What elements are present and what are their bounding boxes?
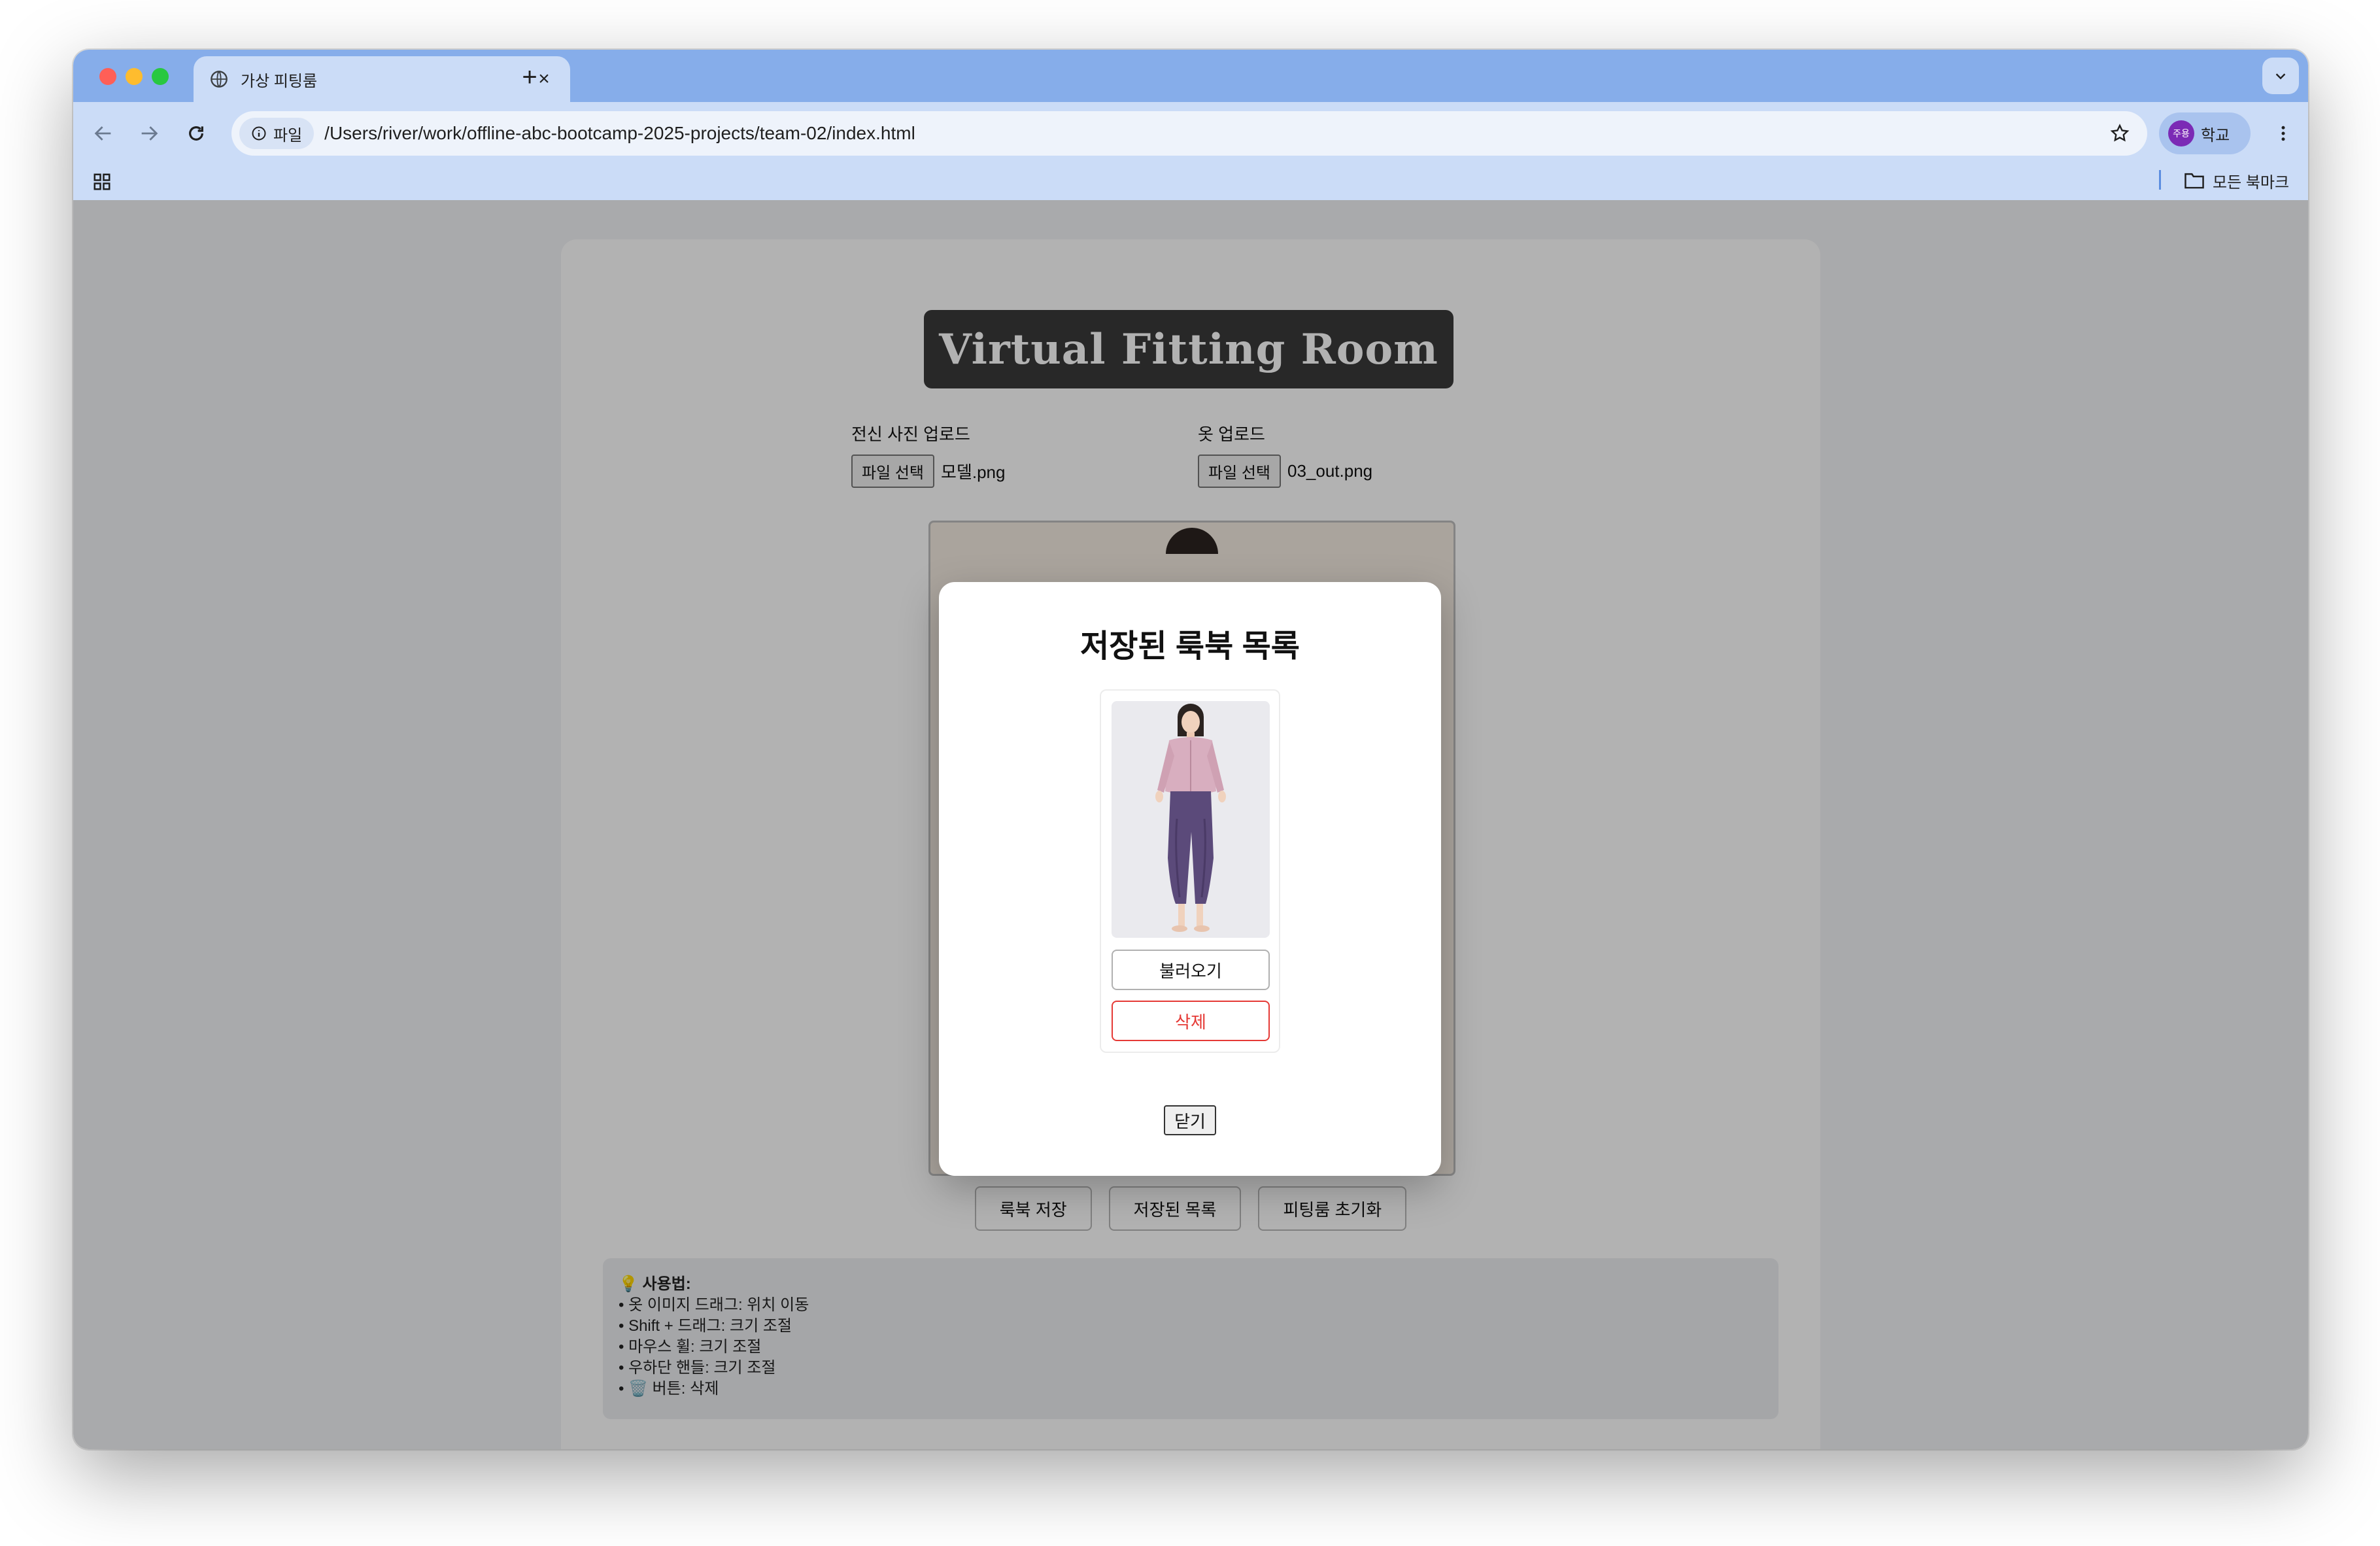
browser-toolbar: 파일 /Users/river/work/offline-abc-bootcam… — [73, 102, 2308, 200]
load-look-button[interactable]: 불러오기 — [1112, 950, 1270, 990]
back-button[interactable] — [85, 115, 122, 152]
model-outfit-image — [1155, 704, 1226, 932]
maximize-window-button[interactable] — [152, 68, 169, 85]
address-bar[interactable]: 파일 /Users/river/work/offline-abc-bootcam… — [231, 111, 2147, 156]
lookbook-thumbnail[interactable] — [1112, 701, 1270, 938]
url-text[interactable]: /Users/river/work/offline-abc-bootcamp-2… — [324, 123, 2100, 144]
bookmark-separator — [2159, 170, 2161, 190]
modal-title: 저장된 룩북 목록 — [1080, 629, 1300, 664]
forward-button[interactable] — [131, 115, 167, 152]
tab-search-button[interactable] — [2262, 58, 2299, 94]
arrow-right-icon — [141, 126, 158, 141]
avatar: 주용 — [2168, 120, 2194, 146]
folder-icon — [2184, 173, 2204, 189]
bookmark-star-icon[interactable] — [2100, 123, 2139, 144]
more-vert-icon — [2281, 126, 2285, 141]
close-modal-button[interactable]: 닫기 — [1164, 1105, 1216, 1135]
saved-lookbook-modal: 저장된 룩북 목록 불러오기 삭제 닫기 — [939, 582, 1441, 1176]
all-bookmarks-button[interactable]: 모든 북마크 — [2184, 166, 2289, 195]
browser-menu-button[interactable] — [2265, 115, 2302, 152]
apps-grid-icon[interactable] — [88, 167, 116, 196]
profile-button[interactable]: 주용 학교 — [2159, 112, 2251, 154]
title-bar: 가상 피팅룸 × + — [73, 50, 2308, 102]
reload-button[interactable] — [178, 115, 214, 152]
page-viewport: Virtual Fitting Room 전신 사진 업로드 파일 선택 모델.… — [73, 200, 2308, 1449]
lookbook-card: 불러오기 삭제 — [1100, 689, 1280, 1053]
all-bookmarks-label: 모든 북마크 — [2213, 173, 2290, 192]
globe-icon — [209, 69, 229, 89]
profile-name: 학교 — [2201, 126, 2230, 145]
site-info-chip[interactable]: 파일 — [239, 118, 314, 149]
reload-icon — [189, 126, 203, 141]
info-icon — [252, 126, 266, 141]
site-info-label: 파일 — [273, 126, 303, 145]
chevron-down-icon — [2275, 73, 2286, 80]
close-window-button[interactable] — [99, 68, 116, 85]
minimize-window-button[interactable] — [126, 68, 143, 85]
arrow-left-icon — [94, 126, 111, 141]
delete-look-button[interactable]: 삭제 — [1112, 1001, 1270, 1041]
tab-title: 가상 피팅룸 — [241, 72, 318, 90]
browser-window: 가상 피팅룸 × + 파일 /Users/river/work/offline-… — [73, 50, 2308, 1449]
new-tab-button[interactable]: + — [511, 59, 548, 95]
